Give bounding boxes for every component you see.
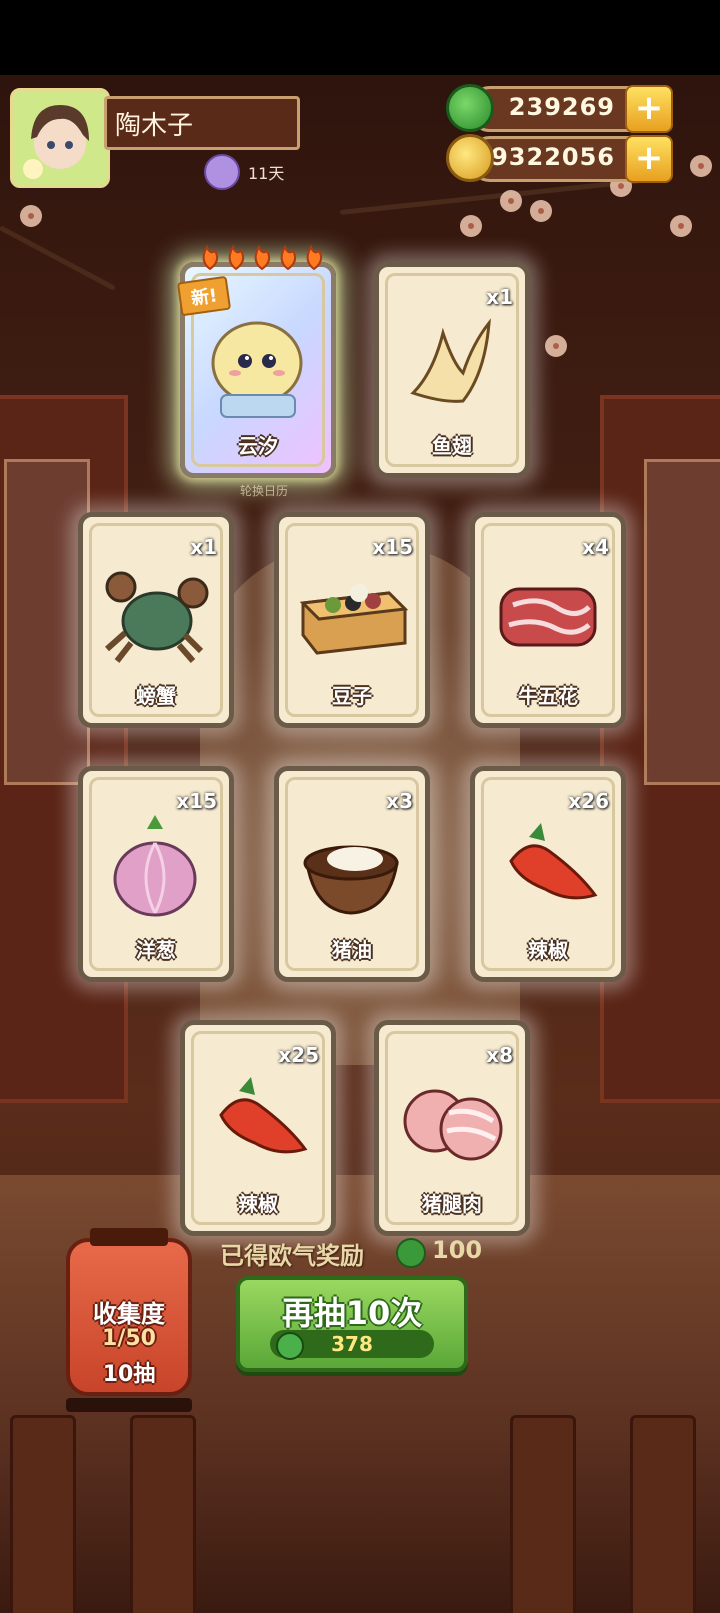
draw-again-label: 再抽10次 — [281, 1294, 423, 1332]
player-name: 陶木子 — [115, 111, 194, 141]
card-item[interactable]: x15 洋葱 — [78, 766, 234, 982]
add-coins-button[interactable]: + — [625, 135, 673, 183]
card-name: 猪腿肉 — [422, 1192, 482, 1216]
card-character[interactable]: 新! 云汐 — [176, 244, 336, 478]
card-name: 洋葱 — [136, 938, 176, 962]
jade-amount: 239269 — [508, 93, 615, 121]
add-jade-button[interactable]: + — [625, 85, 673, 133]
calendar-label: 轮换日历 — [240, 484, 289, 498]
card-item[interactable]: x1 螃蟹 — [78, 512, 234, 728]
streak-days: 11天 — [248, 164, 285, 183]
jade-icon — [396, 1238, 426, 1268]
coin-amount: 89322056 — [473, 143, 615, 171]
card-name: 云汐 — [238, 434, 278, 458]
draw-cost-value: 378 — [331, 1332, 373, 1356]
jade-currency: 239269 + — [468, 85, 673, 133]
card-name: 辣椒 — [528, 938, 568, 962]
pork-leg-icon — [403, 1089, 503, 1161]
card-name: 螃蟹 — [136, 684, 176, 708]
streak-icon — [204, 154, 240, 190]
right-door — [600, 395, 720, 1103]
card-item[interactable]: x8 猪腿肉 — [374, 1020, 530, 1236]
collection-label: 收集度 — [93, 1300, 165, 1328]
left-door — [0, 395, 128, 1103]
crab-icon — [105, 571, 209, 663]
card-item[interactable]: x15 豆子 — [274, 512, 430, 728]
card-name: 牛五花 — [518, 684, 578, 708]
gold-coin-icon — [446, 134, 494, 182]
player-avatar[interactable] — [10, 88, 110, 188]
card-name: 辣椒 — [238, 1192, 278, 1216]
flame-rating-icon — [202, 244, 323, 271]
beef-belly-icon — [499, 587, 597, 647]
card-item[interactable]: x3 猪油 — [274, 766, 430, 982]
card-item[interactable]: x1 鱼翅 — [374, 262, 530, 478]
card-name: 猪油 — [332, 938, 372, 962]
shark-fin-icon — [410, 318, 491, 403]
reward-value: 100 — [432, 1236, 483, 1264]
reward-label: 已得欧气奖励 — [220, 1242, 364, 1270]
character-portrait-icon — [211, 321, 303, 418]
draw-cost: 378 — [270, 1330, 434, 1360]
collection-progress: 1/50 — [102, 1326, 156, 1351]
status-bar — [0, 0, 720, 75]
jade-icon — [446, 84, 494, 132]
card-name: 豆子 — [332, 684, 372, 708]
card-item[interactable]: x4 牛五花 — [470, 512, 626, 728]
card-name: 鱼翅 — [432, 434, 472, 458]
coin-currency: 89322056 + — [468, 135, 673, 183]
card-item[interactable]: x26 辣椒 — [470, 766, 626, 982]
draw-again-button[interactable]: 再抽10次 378 — [236, 1276, 468, 1372]
chili-pepper-icon — [219, 1077, 308, 1154]
collection-draws: 10抽 — [102, 1362, 156, 1387]
collection-lantern[interactable]: 收集度 1/50 10抽 — [66, 1228, 192, 1412]
lard-bowl-icon — [303, 845, 399, 915]
onion-icon — [113, 815, 197, 917]
chili-pepper-icon — [509, 823, 598, 900]
card-item[interactable]: x25 辣椒 — [180, 1020, 336, 1236]
player-name-box: 陶木子 — [104, 96, 300, 150]
beans-box-icon — [299, 584, 409, 655]
